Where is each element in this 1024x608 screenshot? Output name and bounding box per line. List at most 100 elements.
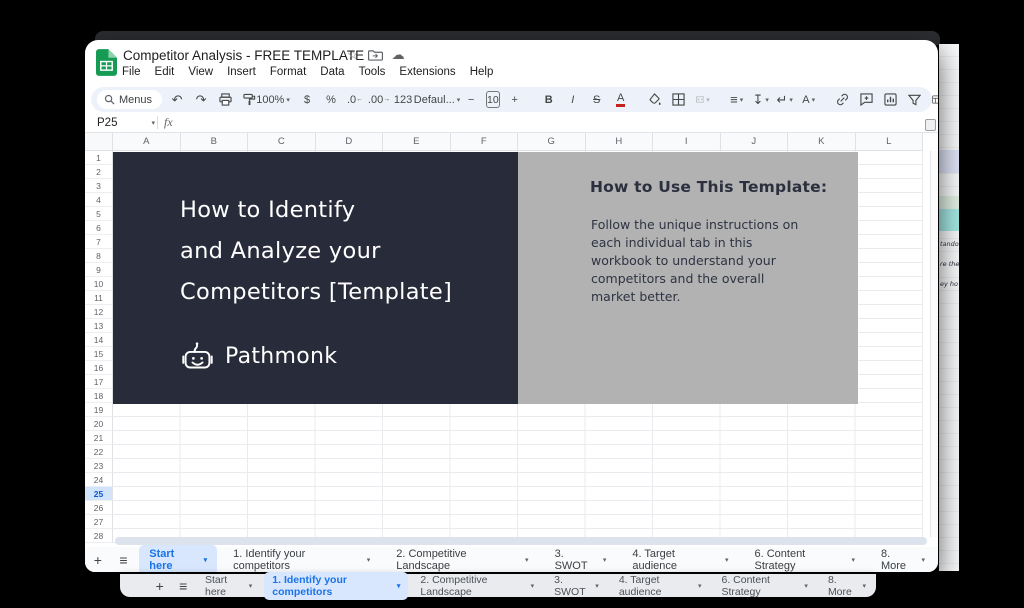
row-header-12[interactable]: 12 [85,305,113,319]
insert-link-button[interactable] [834,90,852,109]
column-header-G[interactable]: G [518,133,586,151]
column-header-C[interactable]: C [248,133,316,151]
row-header-3[interactable]: 3 [85,179,113,193]
column-header-F[interactable]: F [451,133,519,151]
menu-item-help[interactable]: Help [470,66,494,78]
menu-item-view[interactable]: View [188,66,213,78]
row-header-19[interactable]: 19 [85,403,113,417]
column-header-K[interactable]: K [788,133,856,151]
row-header-17[interactable]: 17 [85,375,113,389]
column-header-I[interactable]: I [653,133,721,151]
row-header-25[interactable]: 25 [85,487,113,501]
name-box[interactable]: P25▾ [85,117,155,129]
add-sheet-button[interactable]: + [148,578,172,594]
row-header-18[interactable]: 18 [85,389,113,403]
row-header-15[interactable]: 15 [85,347,113,361]
search-menus-button[interactable]: Menus [97,90,162,109]
star-icon[interactable]: ☆ [347,47,359,63]
horizontal-align-button[interactable]: ≡▾ [728,90,746,109]
row-header-14[interactable]: 14 [85,333,113,347]
sheet-views-button[interactable]: ▾ [930,90,938,109]
print-button[interactable] [216,90,234,109]
row-header-11[interactable]: 11 [85,291,113,305]
redo-button[interactable]: ↷ [192,90,210,109]
text-color-button[interactable]: A [612,90,630,109]
front-tab-7[interactable]: 8. More▾ [871,545,935,573]
menu-item-data[interactable]: Data [320,66,344,78]
back-tab-2[interactable]: 1. Identify your competitors▾ [264,572,408,600]
insert-chart-button[interactable] [882,90,900,109]
filter-button[interactable] [906,90,924,109]
row-header-8[interactable]: 8 [85,249,113,263]
increase-decimals-button[interactable]: .00→ [370,90,388,109]
text-wrap-button[interactable]: ↵▾ [776,90,794,109]
zoom-select[interactable]: 100%▾ [264,90,282,109]
row-header-22[interactable]: 22 [85,445,113,459]
back-tab-1[interactable]: Start here▾ [197,572,260,600]
row-header-1[interactable]: 1 [85,151,113,165]
insert-comment-button[interactable] [858,90,876,109]
row-header-13[interactable]: 13 [85,319,113,333]
vertical-align-button[interactable]: ↧▾ [752,90,770,109]
menu-item-file[interactable]: File [122,66,141,78]
bold-button[interactable]: B [540,90,558,109]
all-sheets-button[interactable]: ≡ [172,578,196,594]
text-rotation-button[interactable]: A▾ [800,90,818,109]
row-header-9[interactable]: 9 [85,263,113,277]
format-currency-button[interactable]: $ [298,90,316,109]
all-sheets-button[interactable]: ≡ [111,552,137,568]
vertical-scrollbar[interactable] [930,151,938,537]
back-tab-4[interactable]: 3. SWOT▾ [546,572,607,600]
row-header-5[interactable]: 5 [85,207,113,221]
row-header-2[interactable]: 2 [85,165,113,179]
borders-button[interactable] [670,90,688,109]
row-header-10[interactable]: 10 [85,277,113,291]
select-all-corner[interactable] [85,133,113,151]
column-header-B[interactable]: B [181,133,249,151]
row-header-23[interactable]: 23 [85,459,113,473]
back-tab-6[interactable]: 6. Content Strategy▾ [714,572,816,600]
back-tab-3[interactable]: 2. Competitive Landscape▾ [412,572,542,600]
row-header-7[interactable]: 7 [85,235,113,249]
format-percent-button[interactable]: % [322,90,340,109]
increase-font-size-button[interactable]: + [506,90,524,109]
back-tab-7[interactable]: 8. More▾ [820,572,874,600]
front-tab-4[interactable]: 3. SWOT▾ [545,545,617,573]
row-header-28[interactable]: 28 [85,529,113,543]
menu-item-format[interactable]: Format [270,66,306,78]
row-header-26[interactable]: 26 [85,501,113,515]
row-header-20[interactable]: 20 [85,417,113,431]
column-header-E[interactable]: E [383,133,451,151]
cloud-status-icon[interactable]: ☁ [392,47,405,63]
column-header-L[interactable]: L [856,133,924,151]
row-header-21[interactable]: 21 [85,431,113,445]
background-window-right-sliver[interactable]: tandore theey ho [939,44,959,571]
menu-item-edit[interactable]: Edit [155,66,175,78]
column-header-D[interactable]: D [316,133,384,151]
font-select[interactable]: Defaul...▾ [428,90,446,109]
row-header-16[interactable]: 16 [85,361,113,375]
italic-button[interactable]: I [564,90,582,109]
more-formats-button[interactable]: 123 [394,90,412,109]
merge-cells-button[interactable]: ▾ [694,90,712,109]
decrease-decimals-button[interactable]: .0← [346,90,364,109]
menu-item-tools[interactable]: Tools [359,66,386,78]
front-tab-6[interactable]: 6. Content Strategy▾ [744,545,865,573]
back-tab-5[interactable]: 4. Target audience▾ [611,572,710,600]
front-tab-2[interactable]: 1. Identify your competitors▾ [223,545,380,573]
row-header-27[interactable]: 27 [85,515,113,529]
front-tab-3[interactable]: 2. Competitive Landscape▾ [386,545,538,573]
front-tab-5[interactable]: 4. Target audience▾ [622,545,738,573]
row-header-24[interactable]: 24 [85,473,113,487]
add-sheet-button[interactable]: + [85,552,111,568]
menu-item-insert[interactable]: Insert [227,66,256,78]
decrease-font-size-button[interactable]: − [462,90,480,109]
undo-button[interactable]: ↶ [168,90,186,109]
row-header-6[interactable]: 6 [85,221,113,235]
document-title[interactable]: Competitor Analysis - FREE TEMPLATE [123,48,364,63]
column-header-A[interactable]: A [113,133,181,151]
scroll-widget-icon[interactable] [925,119,936,131]
strikethrough-button[interactable]: S [588,90,606,109]
menu-item-extensions[interactable]: Extensions [399,66,455,78]
fill-color-button[interactable] [646,90,664,109]
